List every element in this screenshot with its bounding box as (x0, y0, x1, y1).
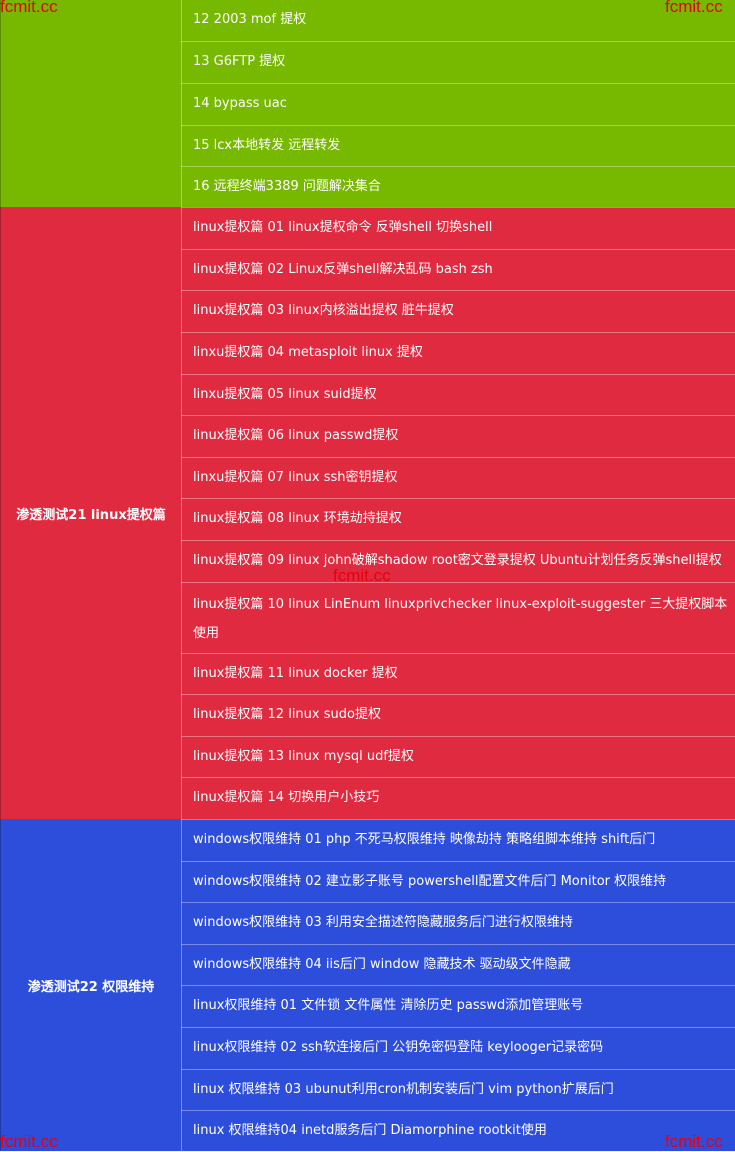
list-item[interactable]: windows权限维持 01 php 不死马权限维持 映像劫持 策略组脚本维持 … (181, 819, 735, 861)
watermark: fcmit.cc (0, 0, 58, 16)
list-item[interactable]: linux提权篇 14 切换用户小技巧 (181, 777, 735, 819)
list-item[interactable]: 16 远程终端3389 问题解决集合 (181, 166, 735, 207)
list-item[interactable]: linux提权篇 11 linux docker 提权 (181, 653, 735, 694)
list-item[interactable]: linux提权篇 06 linux passwd提权 (181, 415, 735, 457)
list-item[interactable]: linux提权篇 12 linux sudo提权 (181, 694, 735, 736)
category-cell: 渗透测试22 权限维持 (0, 819, 182, 1151)
list-item[interactable]: windows权限维持 03 利用安全描述符隐藏服务后门进行权限维持 (181, 902, 735, 944)
list-item[interactable]: linux提权篇 02 Linux反弹shell解决乱码 bash zsh (181, 249, 735, 290)
list-item[interactable]: linux提权篇 01 linux提权命令 反弹shell 切换shell (181, 207, 735, 249)
list-item[interactable]: linux提权篇 13 linux mysql udf提权 (181, 736, 735, 777)
list-item[interactable]: linxu提权篇 04 metasploit linux 提权 (181, 332, 735, 374)
list-item[interactable]: windows权限维持 02 建立影子账号 powershell配置文件后门 M… (181, 861, 735, 902)
section-linux-privilege-escalation: 渗透测试21 linux提权篇 linux提权篇 01 linux提权命令 反弹… (0, 207, 735, 819)
watermark: fcmit.cc (0, 1132, 58, 1151)
list-item[interactable]: 15 lcx本地转发 远程转发 (181, 125, 735, 166)
list-item[interactable]: linux提权篇 08 linux 环境劫持提权 (181, 498, 735, 540)
category-cell: 渗透测试21 linux提权篇 (0, 207, 182, 819)
watermark: fcmit.cc (665, 0, 723, 16)
category-label: 渗透测试22 权限维持 (27, 979, 155, 995)
list-item[interactable]: linux 权限维持04 inetd服务后门 Diamorphine rootk… (181, 1110, 735, 1151)
list-item[interactable]: linux提权篇 09 linux john破解shadow root密文登录提… (181, 540, 735, 582)
section-privilege-windows: 12 2003 mof 提权 13 G6FTP 提权 14 bypass uac… (0, 0, 735, 207)
list-item[interactable]: 12 2003 mof 提权 (181, 0, 735, 41)
watermark: fcmit.cc (665, 1132, 723, 1151)
list-item[interactable]: linxu提权篇 05 linux suid提权 (181, 374, 735, 415)
list-item[interactable]: 13 G6FTP 提权 (181, 41, 735, 83)
category-cell (0, 0, 182, 207)
category-label: 渗透测试21 linux提权篇 (16, 507, 166, 523)
list-item[interactable]: linux权限维持 01 文件锁 文件属性 清除历史 passwd添加管理账号 (181, 985, 735, 1027)
list-item[interactable]: linux 权限维持 03 ubunut利用cron机制安装后门 vim pyt… (181, 1069, 735, 1110)
list-item[interactable]: 14 bypass uac (181, 83, 735, 125)
list-item[interactable]: windows权限维持 04 iis后门 window 隐藏技术 驱动级文件隐藏 (181, 944, 735, 985)
list-item[interactable]: linux权限维持 02 ssh软连接后门 公钥免密码登陆 keylooger记… (181, 1027, 735, 1069)
list-item[interactable]: linxu提权篇 07 linux ssh密钥提权 (181, 457, 735, 498)
list-item[interactable]: linux提权篇 10 linux LinEnum linuxprivcheck… (181, 582, 735, 653)
list-item[interactable]: linux提权篇 03 linux内核溢出提权 脏牛提权 (181, 290, 735, 332)
section-persistence: 渗透测试22 权限维持 windows权限维持 01 php 不死马权限维持 映… (0, 819, 735, 1151)
watermark: fcmit.cc (333, 566, 391, 585)
